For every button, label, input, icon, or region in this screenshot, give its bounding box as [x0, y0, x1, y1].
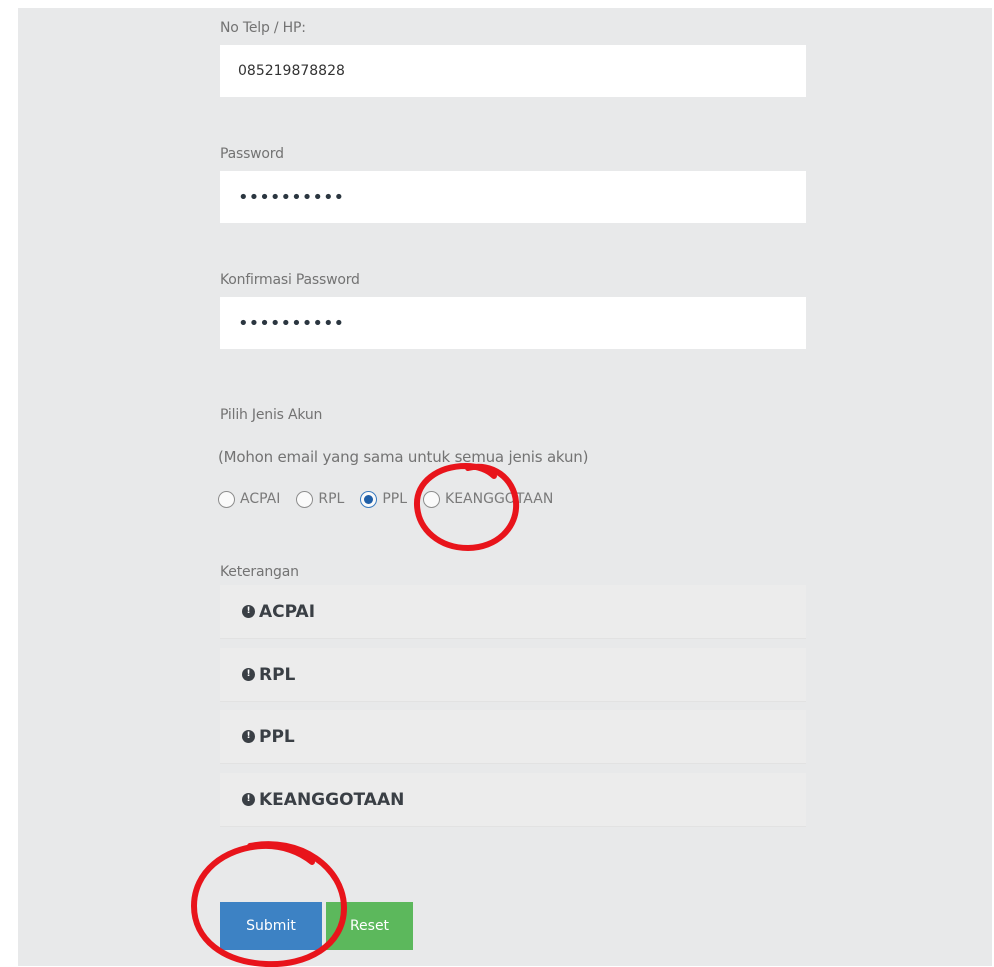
reset-button[interactable]: Reset	[326, 902, 413, 950]
password-label: Password	[220, 146, 284, 162]
radio-option-ppl[interactable]: PPL	[360, 490, 408, 508]
submit-button[interactable]: Submit	[220, 902, 322, 950]
info-item-keanggotaan[interactable]: ! KEANGGOTAAN	[220, 773, 806, 827]
phone-label: No Telp / HP:	[220, 20, 306, 36]
info-circle-icon: !	[242, 668, 255, 681]
radio-keanggotaan[interactable]	[423, 490, 441, 508]
info-item-rpl[interactable]: ! RPL	[220, 648, 806, 702]
account-type-label: Pilih Jenis Akun	[220, 407, 323, 423]
confirm-password-input[interactable]	[220, 297, 806, 349]
radio-option-acpai[interactable]: ACPAI	[218, 490, 281, 508]
radio-ppl[interactable]	[360, 490, 378, 508]
phone-input[interactable]	[220, 45, 806, 97]
info-circle-icon: !	[242, 730, 255, 743]
info-item-acpai[interactable]: ! ACPAI	[220, 585, 806, 639]
radio-rpl[interactable]	[296, 490, 314, 508]
info-section-label: Keterangan	[220, 564, 299, 580]
radio-label-acpai: ACPAI	[240, 491, 281, 507]
password-input[interactable]	[220, 171, 806, 223]
confirm-password-label: Konfirmasi Password	[220, 272, 360, 288]
info-item-title: ACPAI	[259, 601, 316, 622]
radio-option-keanggotaan[interactable]: KEANGGOTAAN	[423, 490, 554, 508]
info-circle-icon: !	[242, 793, 255, 806]
info-item-title: PPL	[259, 726, 295, 747]
radio-option-rpl[interactable]: RPL	[296, 490, 345, 508]
account-type-radio-group: ACPAI RPL PPL KEANGGOTAAN	[218, 486, 569, 512]
info-item-ppl[interactable]: ! PPL	[220, 710, 806, 764]
radio-acpai[interactable]	[218, 490, 235, 508]
info-item-title: KEANGGOTAAN	[259, 789, 405, 810]
account-type-note: (Mohon email yang sama untuk semua jenis…	[218, 448, 589, 466]
radio-label-rpl: RPL	[318, 491, 345, 507]
info-circle-icon: !	[242, 605, 255, 618]
radio-label-ppl: PPL	[382, 491, 408, 507]
info-item-title: RPL	[259, 664, 296, 685]
radio-label-keanggotaan: KEANGGOTAAN	[445, 491, 554, 507]
